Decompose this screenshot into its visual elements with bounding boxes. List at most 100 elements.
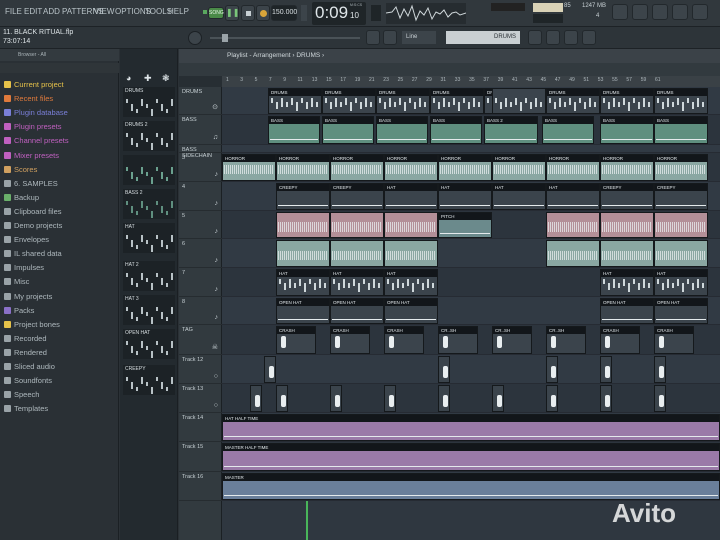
browser-item[interactable]: Speech	[4, 388, 39, 402]
arrangement-clip[interactable]: OPEN HAT	[600, 298, 654, 324]
timeline-ruler[interactable]: 1 3 5 7 9 11 13 15 17 19 21 23 25 27 29 31 33 35 37 39 41 43 4…	[222, 76, 720, 87]
pattern-select[interactable]: DRUMS	[446, 31, 520, 44]
master-volume-knob[interactable]	[188, 31, 202, 45]
pattern-slot[interactable]: DRUMS 2	[123, 121, 175, 151]
arrangement-clip[interactable]	[600, 356, 612, 383]
arrangement-clip[interactable]: CREEPY	[654, 183, 708, 210]
pattern-slot[interactable]: CREEPY	[123, 365, 175, 395]
time-display[interactable]: 0:09 M:S:CS 10	[312, 2, 366, 25]
arrangement-clip[interactable]: HORROR	[276, 154, 330, 181]
up-arrow-button[interactable]	[366, 30, 380, 45]
browser-item[interactable]: Project bones	[4, 318, 60, 332]
track-header[interactable]: 7 ♪	[179, 268, 222, 297]
arrangement-clip[interactable]	[264, 356, 276, 383]
arrangement-clip[interactable]: BASS	[600, 116, 654, 144]
browser-item[interactable]: Current project	[4, 78, 64, 92]
browser-item[interactable]: Envelopes	[4, 233, 49, 247]
browser-item[interactable]: Backup	[4, 191, 39, 205]
arrangement-clip[interactable]	[330, 240, 384, 267]
arrangement-clip[interactable]: HORROR	[600, 154, 654, 181]
arrangement-clip[interactable]: BASS	[654, 116, 708, 144]
arrangement-clip[interactable]: CREEPY	[600, 183, 654, 210]
arrangement-clip[interactable]	[276, 212, 330, 238]
arrangement-clip[interactable]: HAT	[330, 269, 384, 296]
track-header[interactable]: DRUMS ⊙	[179, 87, 222, 115]
browser-item[interactable]: Impulses	[4, 261, 44, 275]
stop-button[interactable]	[241, 5, 255, 21]
pattern-slot[interactable]: HAT 2	[123, 261, 175, 291]
arrangement-clip[interactable]: HORROR	[492, 154, 546, 181]
arrangement-clip[interactable]: CRASH	[276, 326, 316, 354]
mixer-button[interactable]	[632, 4, 648, 20]
arrangement-clip[interactable]	[600, 240, 654, 267]
arrangement-clip[interactable]: OPEN HAT	[654, 298, 708, 324]
browser-item[interactable]: 6. SAMPLES	[4, 177, 58, 191]
arrangement-clip[interactable]: DRUMS	[268, 88, 322, 114]
arrangement-clip[interactable]: MASTER	[222, 473, 720, 500]
browser-item[interactable]: Recorded	[4, 332, 47, 346]
arrangement-clip[interactable]: CRASH	[384, 326, 424, 354]
arrangement-clip[interactable]: HAT HALF TIME	[222, 414, 720, 441]
play-button[interactable]: ❚❚	[225, 5, 239, 21]
browser-item[interactable]: Recent files	[4, 92, 53, 106]
arrangement-clip[interactable]: BASS	[376, 116, 428, 144]
browser-item[interactable]: Clipboard files	[4, 205, 62, 219]
arrangement-clip[interactable]: CR..SH	[438, 326, 478, 354]
arrangement-clip[interactable]	[546, 240, 600, 267]
browser-item[interactable]: Plugin database	[4, 106, 68, 120]
step-icon[interactable]: ◕	[126, 73, 131, 83]
track-header[interactable]: 8 ♪	[179, 297, 222, 325]
arrangement-clip[interactable]: HAT	[546, 183, 600, 210]
arrangement-clip[interactable]	[654, 240, 708, 267]
track-header[interactable]: 6 ♪	[179, 239, 222, 268]
pattern-slot[interactable]: OPEN HAT	[123, 329, 175, 359]
track-header[interactable]: Track 13 ○	[179, 384, 222, 413]
browser-item[interactable]: Packs	[4, 304, 34, 318]
browser-button[interactable]	[652, 4, 668, 20]
arrangement-clip[interactable]	[330, 212, 384, 238]
tempo-display[interactable]: 150.000	[271, 5, 297, 21]
snap-select[interactable]: Line	[402, 31, 436, 44]
track-header[interactable]: 4 ♪	[179, 182, 222, 211]
browser-item[interactable]: Misc	[4, 275, 29, 289]
arrangement-clip[interactable]: HORROR	[330, 154, 384, 181]
arrangement-clip[interactable]	[438, 356, 450, 383]
track-lane[interactable]	[222, 145, 720, 153]
browser-item[interactable]: IL shared data	[4, 247, 62, 261]
arrangement-clip[interactable]: CR..SH	[546, 326, 586, 354]
arrangement-clip[interactable]: HORROR	[438, 154, 492, 181]
master-pitch-slider[interactable]	[210, 37, 360, 39]
browser-item[interactable]: Plugin presets	[4, 120, 62, 134]
pattern-slot[interactable]	[123, 155, 175, 185]
render-button[interactable]	[692, 4, 708, 20]
browser-item[interactable]: Templates	[4, 402, 48, 416]
tool-button-3[interactable]	[564, 30, 578, 45]
add-icon[interactable]: ✚	[144, 73, 152, 84]
track-header[interactable]: 5 ♪	[179, 211, 222, 239]
arrangement-clip[interactable]	[492, 385, 504, 412]
pattern-slot[interactable]: BASS 2	[123, 189, 175, 219]
arrangement-clip[interactable]	[546, 356, 558, 383]
browser-item[interactable]: Sliced audio	[4, 360, 55, 374]
arrangement-clip[interactable]	[276, 240, 330, 267]
arrangement-clip[interactable]: MASTER HALF TIME	[222, 443, 720, 471]
arrangement-clip[interactable]	[654, 212, 708, 238]
arrangement-clip[interactable]	[384, 240, 438, 267]
song-mode-button[interactable]: SONG	[208, 7, 224, 19]
arrangement-clip[interactable]: CRASH	[600, 326, 640, 354]
track-header[interactable]: Track 12 ○	[179, 355, 222, 384]
arrangement-clip[interactable]: BASS 2	[484, 116, 538, 144]
arrangement-clip[interactable]: DRUMS	[654, 88, 708, 114]
track-header[interactable]: 3 ♪	[179, 153, 222, 182]
browser-item[interactable]: My projects	[4, 290, 52, 304]
arrangement-clip[interactable]: CREEPY	[276, 183, 330, 210]
track-lane[interactable]	[222, 384, 720, 413]
browser-item[interactable]: Demo projects	[4, 219, 62, 233]
browser-item[interactable]: Soundfonts	[4, 374, 52, 388]
arrangement-clip[interactable]: DRUMS	[322, 88, 376, 114]
arrangement-clip[interactable]: HAT	[384, 183, 438, 210]
pattern-slot[interactable]: DRUMS	[123, 87, 175, 117]
tool-button-4[interactable]	[582, 30, 596, 45]
snap-button[interactable]	[612, 4, 628, 20]
arrangement-clip[interactable]	[600, 212, 654, 238]
